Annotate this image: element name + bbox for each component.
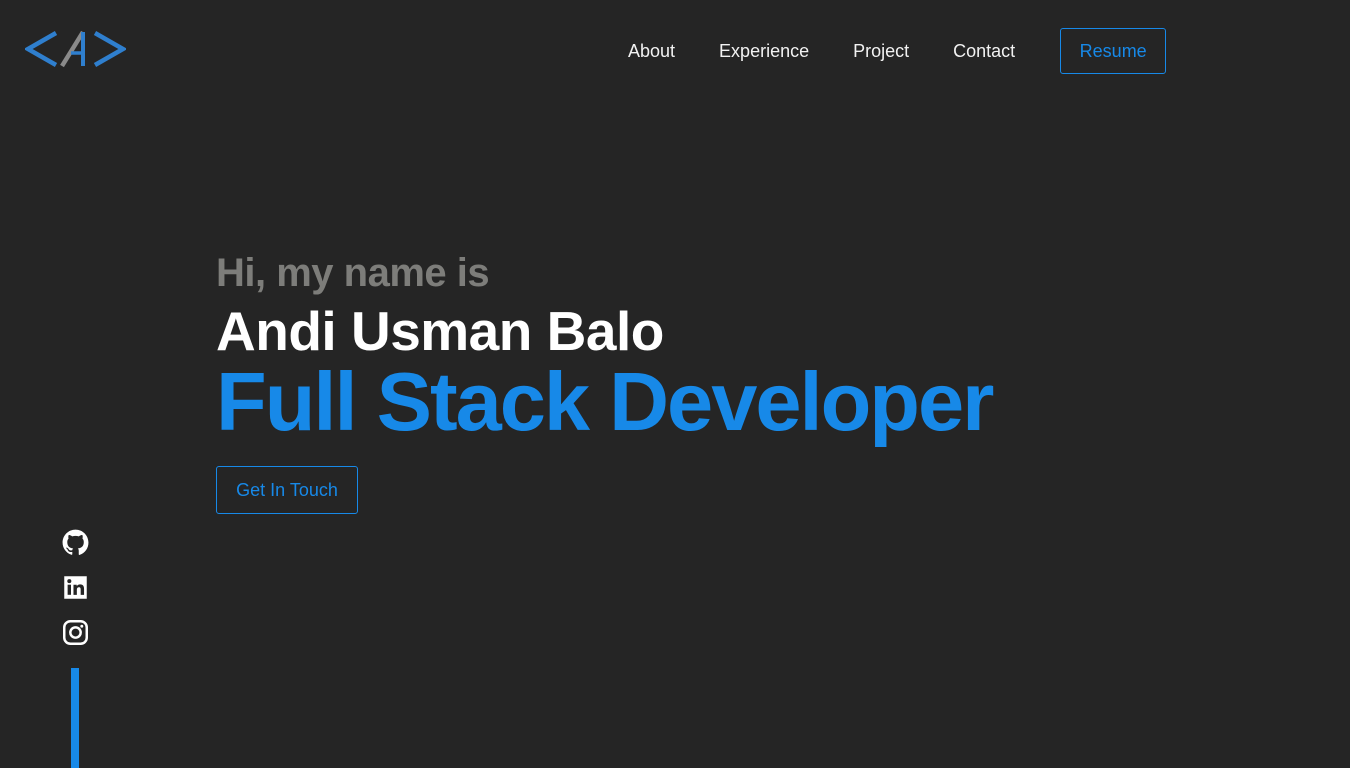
social-side-line — [71, 668, 79, 768]
get-in-touch-button[interactable]: Get In Touch — [216, 466, 358, 514]
resume-button[interactable]: Resume — [1060, 28, 1167, 74]
linkedin-link[interactable] — [62, 574, 89, 601]
instagram-link[interactable] — [62, 619, 89, 646]
github-link[interactable] — [62, 529, 89, 556]
main-nav: About Experience Project Contact Resume — [606, 27, 1167, 75]
linkedin-icon — [64, 576, 87, 599]
github-icon — [62, 529, 89, 555]
nav-link-contact[interactable]: Contact — [931, 27, 1037, 75]
hero-greeting: Hi, my name is — [216, 251, 490, 295]
instagram-icon — [63, 620, 88, 645]
code-brackets-a-logo — [23, 30, 128, 68]
nav-link-project[interactable]: Project — [831, 27, 931, 75]
nav-link-experience[interactable]: Experience — [697, 27, 831, 75]
nav-link-about[interactable]: About — [606, 27, 697, 75]
portfolio-page: About Experience Project Contact Resume … — [0, 0, 1350, 768]
logo-icon[interactable] — [23, 30, 128, 68]
hero-role: Full Stack Developer — [216, 355, 994, 448]
